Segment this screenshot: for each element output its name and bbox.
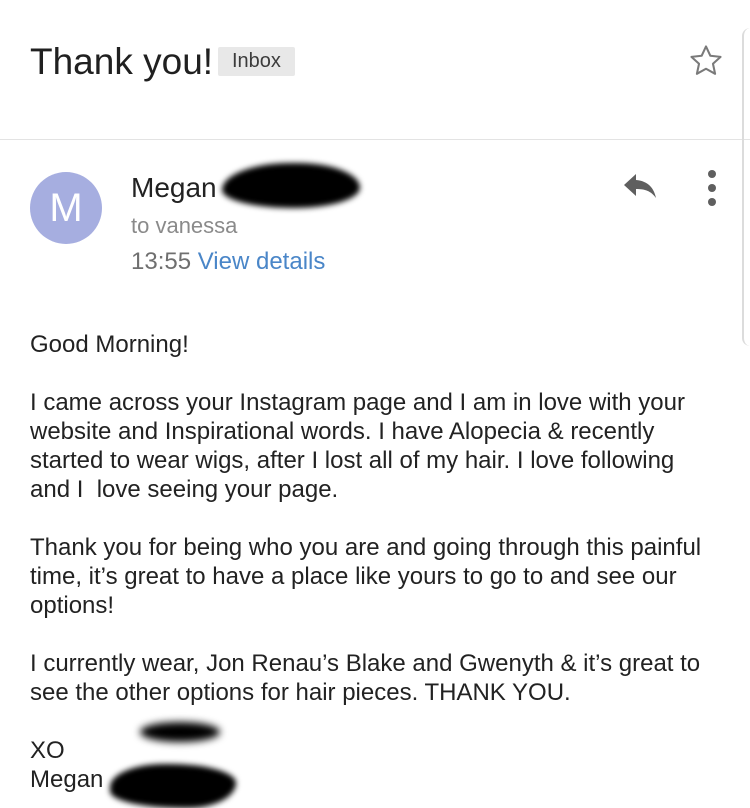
email-body: Good Morning! I came across your Instagr… bbox=[30, 330, 720, 808]
body-paragraph: Thank you for being who you are and goin… bbox=[30, 534, 708, 619]
view-details-link[interactable]: View details bbox=[198, 248, 326, 275]
inbox-label-chip[interactable]: Inbox bbox=[218, 47, 295, 76]
timestamp-row: 13:55 View details bbox=[131, 247, 325, 277]
redaction-mark bbox=[140, 722, 220, 742]
scrollbar-edge bbox=[742, 28, 750, 346]
sender-avatar[interactable]: M bbox=[30, 172, 102, 244]
star-icon[interactable] bbox=[687, 42, 725, 80]
more-vertical-icon[interactable] bbox=[698, 168, 728, 208]
greeting: Good Morning! bbox=[30, 331, 189, 358]
body-paragraph: I currently wear, Jon Renau’s Blake and … bbox=[30, 650, 707, 706]
signature-block: XO Megan bbox=[30, 722, 720, 808]
redaction-mark bbox=[110, 764, 236, 808]
sender-name[interactable]: Megan bbox=[131, 171, 217, 205]
recipient-line[interactable]: to vanessa bbox=[131, 212, 237, 240]
timestamp: 13:55 bbox=[131, 248, 192, 275]
redaction-mark bbox=[222, 163, 360, 208]
body-paragraph: I came across your Instagram page and I … bbox=[30, 389, 692, 503]
email-subject: Thank you! bbox=[30, 41, 214, 82]
reply-icon[interactable] bbox=[620, 168, 660, 204]
subject-header: Thank you! Inbox bbox=[0, 0, 750, 140]
signoff: XO bbox=[30, 737, 65, 764]
